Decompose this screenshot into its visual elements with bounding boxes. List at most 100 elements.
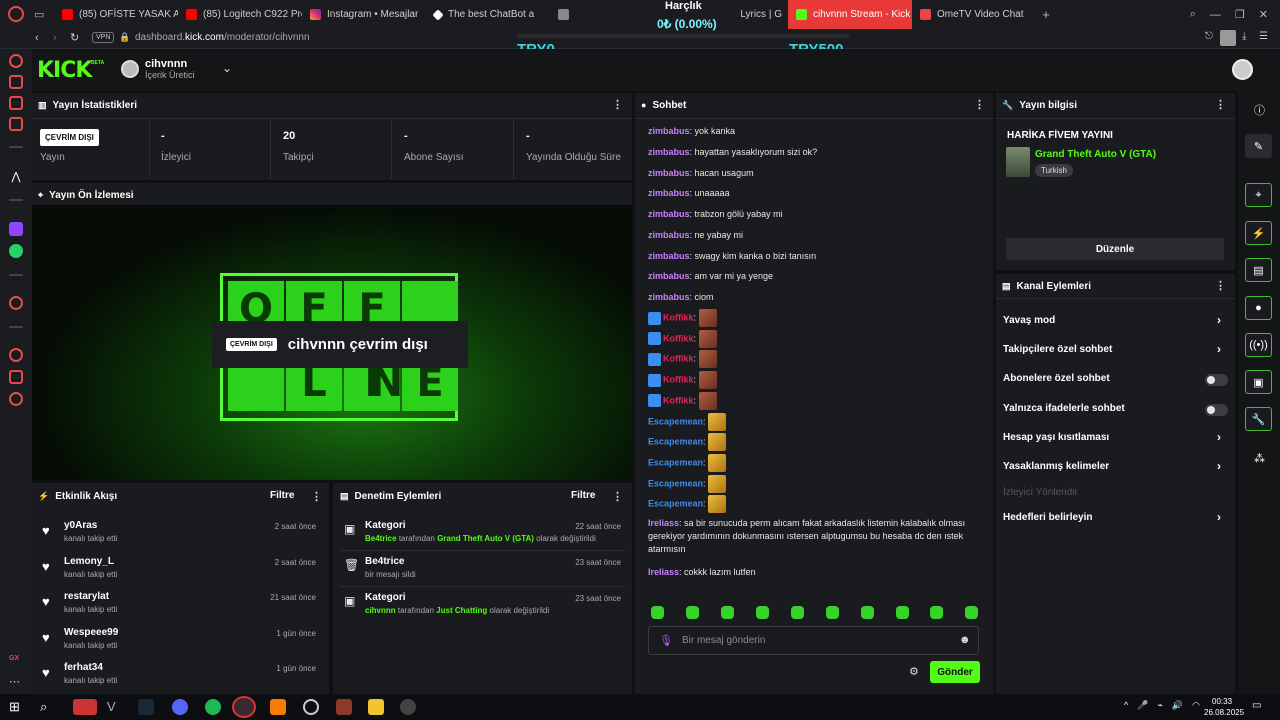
chat-emote[interactable] — [698, 391, 717, 410]
chevron-right-icon[interactable]: › — [1217, 510, 1221, 524]
maximize-button[interactable]: ❐ — [1235, 8, 1245, 21]
gallery-icon[interactable] — [9, 96, 23, 110]
kick-logo[interactable]: KICK — [37, 58, 92, 83]
chat-menu-icon[interactable]: ⋮ — [974, 98, 985, 111]
clock-date[interactable]: 26.08.2025 — [1204, 708, 1244, 717]
easy-setup-icon[interactable]: ☰ — [1259, 31, 1268, 42]
tab-0[interactable]: (85) OFİSTE YASAK AŞK — [54, 0, 178, 29]
chat-username[interactable]: Koffikk — [663, 395, 694, 405]
obs-icon[interactable] — [303, 699, 319, 715]
emoji-picker-icon[interactable]: ☻ — [959, 634, 971, 646]
chat-username[interactable]: Ireliass — [648, 518, 679, 528]
user-avatar[interactable] — [1232, 59, 1253, 80]
info-icon[interactable]: ⓘ — [1254, 102, 1265, 118]
reload-button[interactable]: ↻ — [70, 31, 79, 44]
player-icon[interactable] — [9, 296, 23, 310]
edit-layout-button[interactable]: ✎ — [1245, 134, 1272, 158]
category-name[interactable]: Grand Theft Auto V (GTA) — [1035, 149, 1156, 160]
search-tabs-icon[interactable]: ⌕ — [1190, 8, 1196, 21]
chat-username[interactable]: Escapemean — [648, 437, 703, 447]
forward-button[interactable]: › — [53, 32, 57, 44]
notifications-icon[interactable]: ▭ — [1252, 700, 1261, 711]
channel-name[interactable]: cihvnnn — [145, 58, 187, 70]
chat-username[interactable]: Escapemean — [648, 499, 703, 509]
channel-avatar[interactable] — [121, 60, 139, 78]
quick-emote-icon[interactable] — [651, 606, 664, 619]
back-button[interactable]: ‹ — [35, 32, 39, 44]
minimize-button[interactable]: — — [1210, 9, 1221, 21]
close-button[interactable]: ✕ — [1259, 8, 1268, 21]
chat-username[interactable]: zimbabus — [648, 292, 690, 302]
toolbar-bolt-icon[interactable]: ⚡ — [1245, 221, 1272, 245]
stats-menu-icon[interactable]: ⋮ — [612, 98, 623, 111]
microphone-icon[interactable]: 🎙 — [659, 634, 673, 647]
wifi-icon[interactable]: ◠ — [1192, 700, 1200, 711]
extensions-icon[interactable] — [9, 370, 23, 384]
chat-username[interactable]: zimbabus — [648, 188, 690, 198]
tab-1[interactable]: (85) Logitech C922 Pro — [178, 0, 302, 29]
chat-emote[interactable] — [698, 309, 717, 327]
chat-username[interactable]: Koffikk — [663, 312, 694, 322]
settings-icon[interactable] — [9, 392, 23, 406]
vpn-badge[interactable]: VPN — [92, 32, 115, 43]
tab-island-icon[interactable]: ▭ — [34, 0, 54, 29]
chat-username[interactable]: Escapemean — [648, 416, 703, 426]
workspace-icon[interactable] — [9, 75, 23, 89]
tab-kick-dashboard[interactable]: cihvnnn Stream - Kick Da — [788, 0, 912, 29]
twitch-icon[interactable] — [9, 222, 23, 236]
file-explorer-icon[interactable] — [368, 699, 384, 715]
tab-2[interactable]: Instagram • Mesajlar — [302, 0, 426, 29]
chat-username[interactable]: zimbabus — [648, 147, 690, 157]
channel-action-toggle[interactable] — [1205, 404, 1228, 416]
search-icon[interactable]: ⌕ — [40, 699, 56, 715]
chat-username[interactable]: zimbabus — [648, 251, 690, 261]
toolbar-target-icon[interactable]: ⌖ — [1245, 183, 1272, 207]
toolbar-wrench-icon[interactable]: 🔧 — [1245, 407, 1272, 431]
chevron-right-icon[interactable]: › — [1217, 459, 1221, 473]
quick-emote-icon[interactable] — [965, 606, 978, 619]
chevron-right-icon[interactable]: › — [1217, 342, 1221, 356]
quick-emote-icon[interactable] — [896, 606, 909, 619]
spotify-icon[interactable] — [205, 699, 221, 715]
chevron-right-icon[interactable]: › — [1217, 313, 1221, 327]
channel-action-label[interactable]: Yavaş mod — [1003, 315, 1055, 326]
chat-settings-gear-icon[interactable]: ⚙ — [909, 665, 919, 678]
app-icon-orange[interactable] — [270, 699, 286, 715]
url-field[interactable]: dashboard.kick.com/moderator/cihvnnn — [135, 32, 310, 43]
toolbar-more-icon[interactable]: ⁂ — [1254, 452, 1265, 465]
chat-emote[interactable] — [698, 350, 717, 369]
channel-action-label[interactable]: Takipçilere özel sohbet — [1003, 344, 1112, 355]
profile-icon[interactable] — [1220, 30, 1236, 46]
channel-actions-menu-icon[interactable]: ⋮ — [1215, 279, 1226, 292]
network-icon[interactable]: ⌁ — [1157, 700, 1162, 711]
moderation-filter-button[interactable]: Filtre — [571, 490, 595, 501]
chat-username[interactable]: zimbabus — [648, 126, 690, 136]
system-tray[interactable]: ^ 🎤 ⌁ 🔊 ◠ — [1124, 700, 1200, 711]
quick-emote-icon[interactable] — [721, 606, 734, 619]
browser-menu[interactable] — [0, 0, 34, 29]
game-icon[interactable] — [336, 699, 352, 715]
tab-ometv[interactable]: OmeTV Video Chat — [912, 0, 1036, 29]
extension-icon[interactable]: ⎋ — [1205, 31, 1213, 42]
m-app-icon[interactable] — [9, 117, 23, 131]
steam-icon[interactable] — [138, 699, 154, 715]
activity-menu-icon[interactable]: ⋮ — [311, 490, 322, 503]
chat-username[interactable]: Escapemean — [648, 457, 703, 467]
chat-username[interactable]: Ireliass — [648, 567, 679, 577]
discord-icon[interactable] — [172, 699, 188, 715]
channel-switch-chevron-icon[interactable]: ⌄ — [222, 61, 232, 75]
quick-emote-icon[interactable] — [861, 606, 874, 619]
chevron-right-icon[interactable]: › — [1217, 430, 1221, 444]
chevron-up-icon[interactable]: ^ — [1124, 700, 1128, 711]
toolbar-clipboard-icon[interactable]: ▤ — [1245, 258, 1272, 282]
quick-emote-icon[interactable] — [791, 606, 804, 619]
quick-emote-icon[interactable] — [826, 606, 839, 619]
chat-username[interactable]: Koffikk — [663, 333, 694, 343]
toolbar-chat-icon[interactable]: ● — [1245, 296, 1272, 320]
channel-action-toggle[interactable] — [1205, 374, 1228, 386]
chat-username[interactable]: zimbabus — [648, 230, 690, 240]
channel-action-label[interactable]: Abonelere özel sohbet — [1003, 373, 1110, 384]
history-icon[interactable] — [9, 348, 23, 362]
toolbar-panel-icon[interactable]: ▣ — [1245, 370, 1272, 394]
microphone-tray-icon[interactable]: 🎤 — [1137, 700, 1148, 711]
